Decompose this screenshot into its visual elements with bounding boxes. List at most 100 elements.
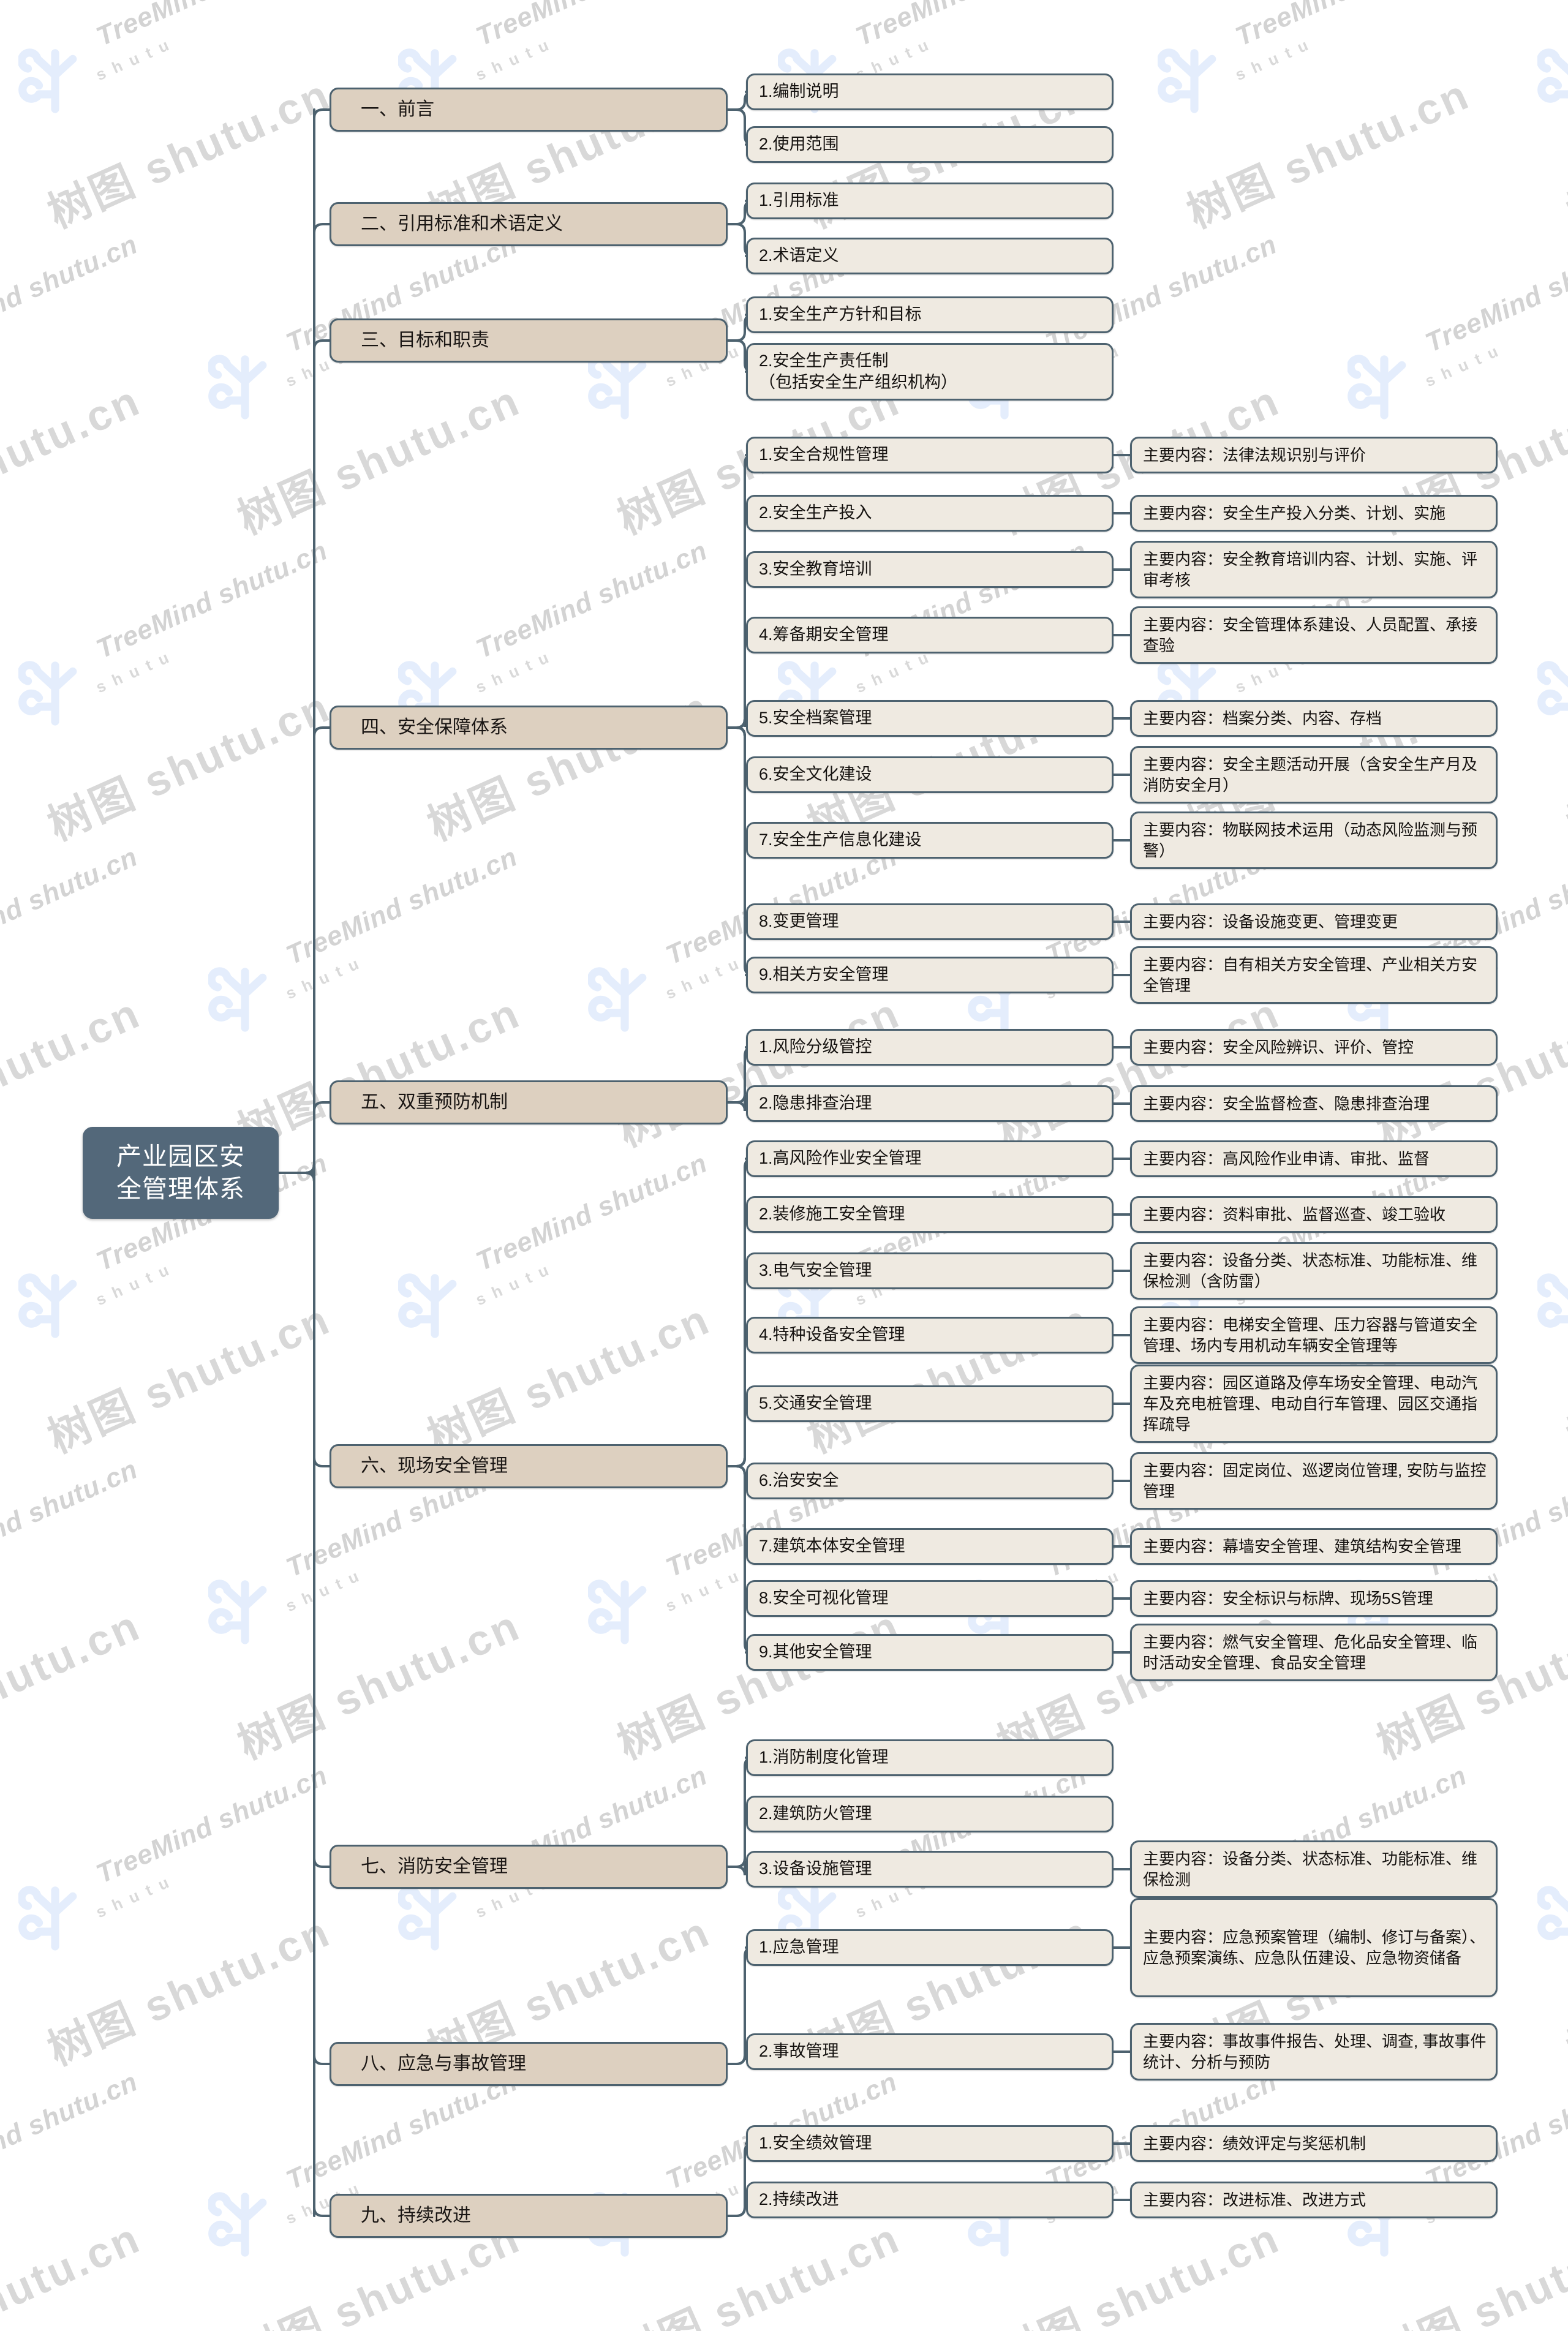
- branch-6-child-7-detail[interactable]: 主要内容：幕墙安全管理、建筑结构安全管理: [1130, 1528, 1498, 1565]
- branch-4-child-2-detail[interactable]: 主要内容：安全生产投入分类、计划、实施: [1130, 495, 1498, 532]
- branch-9-child-2-detail-label: 主要内容：改进标准、改进方式: [1143, 2190, 1366, 2209]
- branch-5-child-2-detail[interactable]: 主要内容：安全监督检查、隐患排查治理: [1130, 1085, 1498, 1122]
- branch-7-child-1[interactable]: 1.消防制度化管理: [746, 1739, 1114, 1776]
- branch-1-child-1[interactable]: 1.编制说明: [746, 73, 1114, 110]
- branch-1-child-2[interactable]: 2.使用范围: [746, 126, 1114, 163]
- branch-node-4[interactable]: 四、安全保障体系: [330, 706, 728, 750]
- branch-node-2[interactable]: 二、引用标准和术语定义: [330, 202, 728, 246]
- branch-4-child-7-detail[interactable]: 主要内容：物联网技术运用（动态风险监测与预警）: [1130, 812, 1498, 869]
- branch-2-child-1[interactable]: 1.引用标准: [746, 183, 1114, 219]
- branch-6-child-1-detail[interactable]: 主要内容：高风险作业申请、审批、监督: [1130, 1140, 1498, 1177]
- branch-4-child-3-detail[interactable]: 主要内容：安全教育培训内容、计划、实施、评审考核: [1130, 541, 1498, 598]
- branch-6-child-4[interactable]: 4.特种设备安全管理: [746, 1317, 1114, 1354]
- connector-line: [305, 726, 331, 1174]
- branch-8-child-2-detail[interactable]: 主要内容：事故事件报告、处理、调查, 事故事件统计、分析与预防: [1130, 2023, 1498, 2081]
- branch-3-child-2-label: 2.安全生产责任制 （包括安全生产组织机构）: [759, 351, 957, 391]
- branch-6-child-1-detail-label: 主要内容：高风险作业申请、审批、监督: [1143, 1149, 1430, 1168]
- branch-6-child-8[interactable]: 8.安全可视化管理: [746, 1580, 1114, 1617]
- branch-4-child-6[interactable]: 6.安全文化建设: [746, 756, 1114, 793]
- branch-6-child-5-detail[interactable]: 主要内容：园区道路及停车场安全管理、电动汽车及充电桩管理、电动自行车管理、园区交…: [1130, 1365, 1498, 1443]
- branch-node-9-label: 九、持续改进: [361, 2205, 471, 2226]
- branch-3-child-2[interactable]: 2.安全生产责任制 （包括安全生产组织机构）: [746, 343, 1114, 401]
- branch-4-child-1[interactable]: 1.安全合规性管理: [746, 437, 1114, 473]
- branch-node-3[interactable]: 三、目标和职责: [330, 318, 728, 363]
- branch-2-child-1-label: 1.引用标准: [759, 191, 839, 210]
- branch-4-child-5[interactable]: 5.安全档案管理: [746, 700, 1114, 737]
- branch-4-child-2[interactable]: 2.安全生产投入: [746, 495, 1114, 532]
- branch-3-child-1[interactable]: 1.安全生产方针和目标: [746, 296, 1114, 333]
- branch-7-child-3[interactable]: 3.设备设施管理: [746, 1851, 1114, 1888]
- branch-4-child-7[interactable]: 7.安全生产信息化建设: [746, 822, 1114, 859]
- branch-9-child-2-detail[interactable]: 主要内容：改进标准、改进方式: [1130, 2182, 1498, 2218]
- branch-6-child-4-detail[interactable]: 主要内容：电梯安全管理、压力容器与管道安全管理、场内专用机动车辆安全管理等: [1130, 1306, 1498, 1364]
- branch-8-child-1[interactable]: 1.应急管理: [746, 1929, 1114, 1966]
- branch-8-child-2-detail-label: 主要内容：事故事件报告、处理、调查, 事故事件统计、分析与预防: [1143, 2032, 1487, 2071]
- branch-4-child-4-detail[interactable]: 主要内容：安全管理体系建设、人员配置、承接查验: [1130, 606, 1498, 664]
- branch-5-child-1[interactable]: 1.风险分级管控: [746, 1029, 1114, 1066]
- branch-4-child-6-label: 6.安全文化建设: [759, 765, 872, 784]
- branch-5-child-2[interactable]: 2.隐患排查治理: [746, 1085, 1114, 1122]
- branch-node-9[interactable]: 九、持续改进: [330, 2194, 728, 2238]
- branch-4-child-3-label: 3.安全教育培训: [759, 560, 872, 579]
- branch-7-child-2[interactable]: 2.建筑防火管理: [746, 1796, 1114, 1832]
- branch-4-child-9-detail[interactable]: 主要内容：自有相关方安全管理、产业相关方安全管理: [1130, 946, 1498, 1004]
- branch-6-child-2[interactable]: 2.装修施工安全管理: [746, 1196, 1114, 1233]
- branch-4-child-4[interactable]: 4.筹备期安全管理: [746, 617, 1114, 653]
- branch-8-child-1-detail[interactable]: 主要内容：应急预案管理（编制、修订与备案）、应急预案演练、应急队伍建设、应急物资…: [1130, 1898, 1498, 1997]
- branch-6-child-9[interactable]: 9.其他安全管理: [746, 1634, 1114, 1671]
- branch-6-child-3-detail[interactable]: 主要内容：设备分类、状态标准、功能标准、维保检测（含防雷）: [1130, 1242, 1498, 1300]
- branch-6-child-8-detail[interactable]: 主要内容：安全标识与标牌、现场5S管理: [1130, 1580, 1498, 1617]
- connector-line: [726, 1270, 754, 1467]
- branch-4-child-6-detail[interactable]: 主要内容：安全主题活动开展（含安全生产月及消防安全月）: [1130, 746, 1498, 804]
- branch-4-child-1-detail[interactable]: 主要内容：法律法规识别与评价: [1130, 437, 1498, 473]
- branch-5-child-1-label: 1.风险分级管控: [759, 1037, 872, 1056]
- root-node[interactable]: 产业园区安 全管理体系: [83, 1127, 279, 1219]
- branch-2-child-2-label: 2.术语定义: [759, 246, 839, 265]
- branch-6-child-5[interactable]: 5.交通安全管理: [746, 1385, 1114, 1422]
- branch-9-child-1-detail[interactable]: 主要内容：绩效评定与奖惩机制: [1130, 2125, 1498, 2162]
- branch-5-child-1-detail[interactable]: 主要内容：安全风险辨识、评价、管控: [1130, 1029, 1498, 1066]
- branch-node-6[interactable]: 六、现场安全管理: [330, 1444, 728, 1488]
- branch-6-child-7-label: 7.建筑本体安全管理: [759, 1537, 905, 1556]
- branch-node-7[interactable]: 七、消防安全管理: [330, 1845, 728, 1889]
- branch-6-child-9-detail[interactable]: 主要内容：燃气安全管理、危化品安全管理、临时活动安全管理、食品安全管理: [1130, 1624, 1498, 1681]
- branch-4-child-5-label: 5.安全档案管理: [759, 709, 872, 728]
- connector-line: [305, 1172, 331, 1868]
- branch-9-child-2[interactable]: 2.持续改进: [746, 2182, 1114, 2218]
- branch-6-child-2-detail[interactable]: 主要内容：资料审批、监督巡查、竣工验收: [1130, 1196, 1498, 1233]
- branch-node-8[interactable]: 八、应急与事故管理: [330, 2042, 728, 2086]
- branch-4-child-9[interactable]: 9.相关方安全管理: [746, 957, 1114, 993]
- branch-4-child-3[interactable]: 3.安全教育培训: [746, 551, 1114, 588]
- branch-8-child-2[interactable]: 2.事故管理: [746, 2033, 1114, 2070]
- branch-9-child-1[interactable]: 1.安全绩效管理: [746, 2125, 1114, 2162]
- connector-line: [305, 1172, 331, 1467]
- branch-9-child-2-label: 2.持续改进: [759, 2190, 839, 2209]
- branch-node-5[interactable]: 五、双重预防机制: [330, 1080, 728, 1124]
- branch-2-child-2[interactable]: 2.术语定义: [746, 238, 1114, 274]
- branch-6-child-3[interactable]: 3.电气安全管理: [746, 1252, 1114, 1289]
- branch-4-child-8[interactable]: 8.变更管理: [746, 903, 1114, 940]
- branch-6-child-2-detail-label: 主要内容：资料审批、监督巡查、竣工验收: [1143, 1205, 1446, 1224]
- branch-node-1[interactable]: 一、前言: [330, 88, 728, 132]
- branch-7-child-3-detail[interactable]: 主要内容：设备分类、状态标准、功能标准、维保检测: [1130, 1840, 1498, 1898]
- branch-4-child-1-detail-label: 主要内容：法律法规识别与评价: [1143, 445, 1366, 464]
- branch-6-child-1[interactable]: 1.高风险作业安全管理: [746, 1140, 1114, 1177]
- branch-9-child-1-label: 1.安全绩效管理: [759, 2134, 872, 2153]
- connector-line: [305, 223, 331, 1174]
- branch-4-child-7-detail-label: 主要内容：物联网技术运用（动态风险监测与预警）: [1143, 820, 1478, 860]
- branch-6-child-8-label: 8.安全可视化管理: [759, 1589, 889, 1608]
- branch-6-child-6[interactable]: 6.治安安全: [746, 1463, 1114, 1499]
- branch-6-child-7[interactable]: 7.建筑本体安全管理: [746, 1528, 1114, 1565]
- branch-6-child-9-label: 9.其他安全管理: [759, 1643, 872, 1662]
- branch-6-child-6-detail-label: 主要内容：固定岗位、巡逻岗位管理, 安防与监控管理: [1143, 1461, 1487, 1501]
- branch-7-child-1-label: 1.消防制度化管理: [759, 1748, 889, 1767]
- branch-4-child-5-detail[interactable]: 主要内容：档案分类、内容、存档: [1130, 700, 1498, 737]
- branch-node-4-label: 四、安全保障体系: [361, 717, 508, 738]
- branch-4-child-9-label: 9.相关方安全管理: [759, 965, 889, 984]
- branch-6-child-6-detail[interactable]: 主要内容：固定岗位、巡逻岗位管理, 安防与监控管理: [1130, 1452, 1498, 1510]
- root-node-label: 产业园区安 全管理体系: [116, 1142, 245, 1203]
- branch-4-child-5-detail-label: 主要内容：档案分类、内容、存档: [1143, 709, 1382, 728]
- branch-6-child-3-label: 3.电气安全管理: [759, 1261, 872, 1280]
- branch-6-child-4-detail-label: 主要内容：电梯安全管理、压力容器与管道安全管理、场内专用机动车辆安全管理等: [1143, 1315, 1478, 1355]
- branch-4-child-8-detail[interactable]: 主要内容：设备设施变更、管理变更: [1130, 903, 1498, 940]
